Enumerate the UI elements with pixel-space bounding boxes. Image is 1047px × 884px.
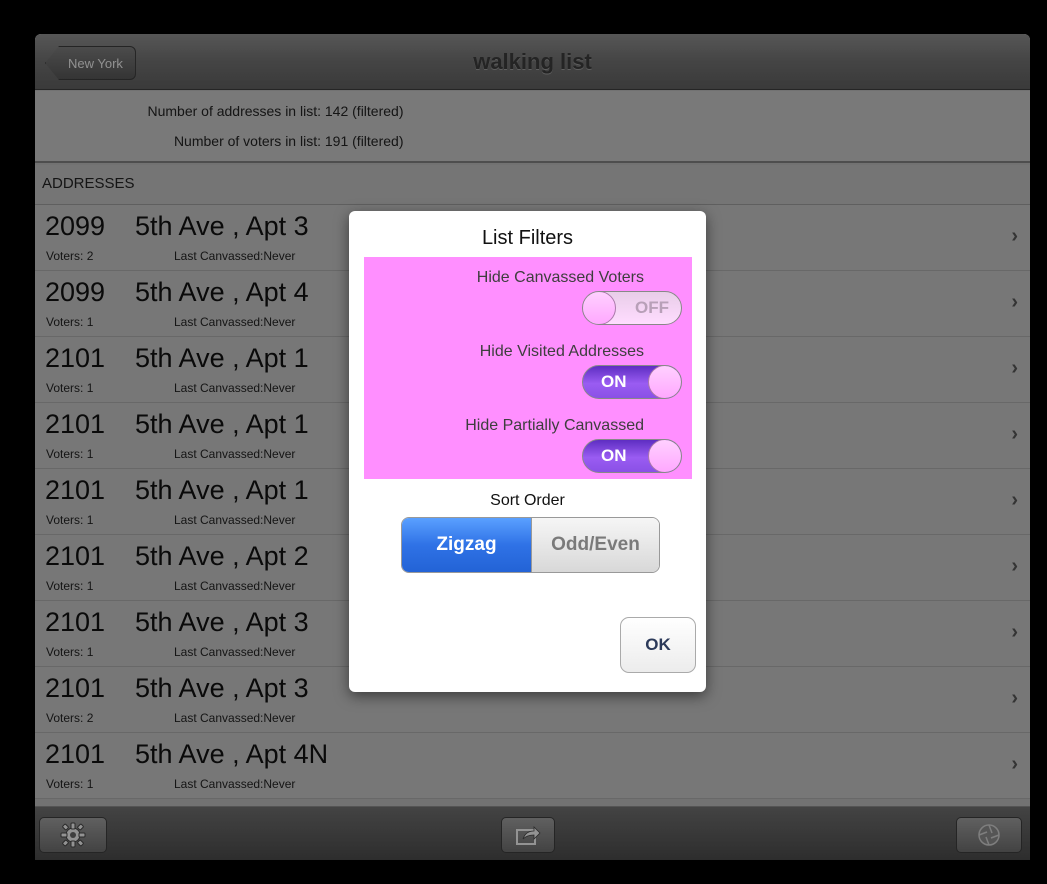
sort-option-zigzag[interactable]: Zigzag (402, 518, 531, 572)
toggle-state: ON (601, 372, 627, 391)
hide-canvassed-voters-label: Hide Canvassed Voters (476, 269, 644, 286)
toggle-state: OFF (635, 298, 669, 317)
hide-visited-addresses-toggle[interactable]: ON (582, 365, 682, 399)
sort-option-odd-even[interactable]: Odd/Even (531, 518, 659, 572)
toggle-knob (648, 366, 681, 398)
hide-partially-canvassed-toggle[interactable]: ON (582, 439, 682, 473)
ok-button[interactable]: OK (620, 617, 696, 673)
hide-partially-canvassed-label: Hide Partially Canvassed (465, 417, 644, 434)
dialog-title: List Filters (481, 227, 574, 249)
hide-canvassed-voters-toggle[interactable]: OFF (582, 291, 682, 325)
hide-visited-addresses-label: Hide Visited Addresses (479, 343, 644, 360)
list-filters-dialog: List Filters Hide Canvassed Voters OFF H… (349, 211, 706, 692)
toggle-knob (648, 440, 681, 472)
toggle-knob (583, 292, 616, 324)
sort-order-label: Sort Order (490, 492, 565, 509)
filters-panel: Hide Canvassed Voters OFF Hide Visited A… (364, 257, 692, 479)
sort-order-segmented-control: Zigzag Odd/Even (401, 517, 660, 573)
toggle-state: ON (601, 446, 627, 465)
